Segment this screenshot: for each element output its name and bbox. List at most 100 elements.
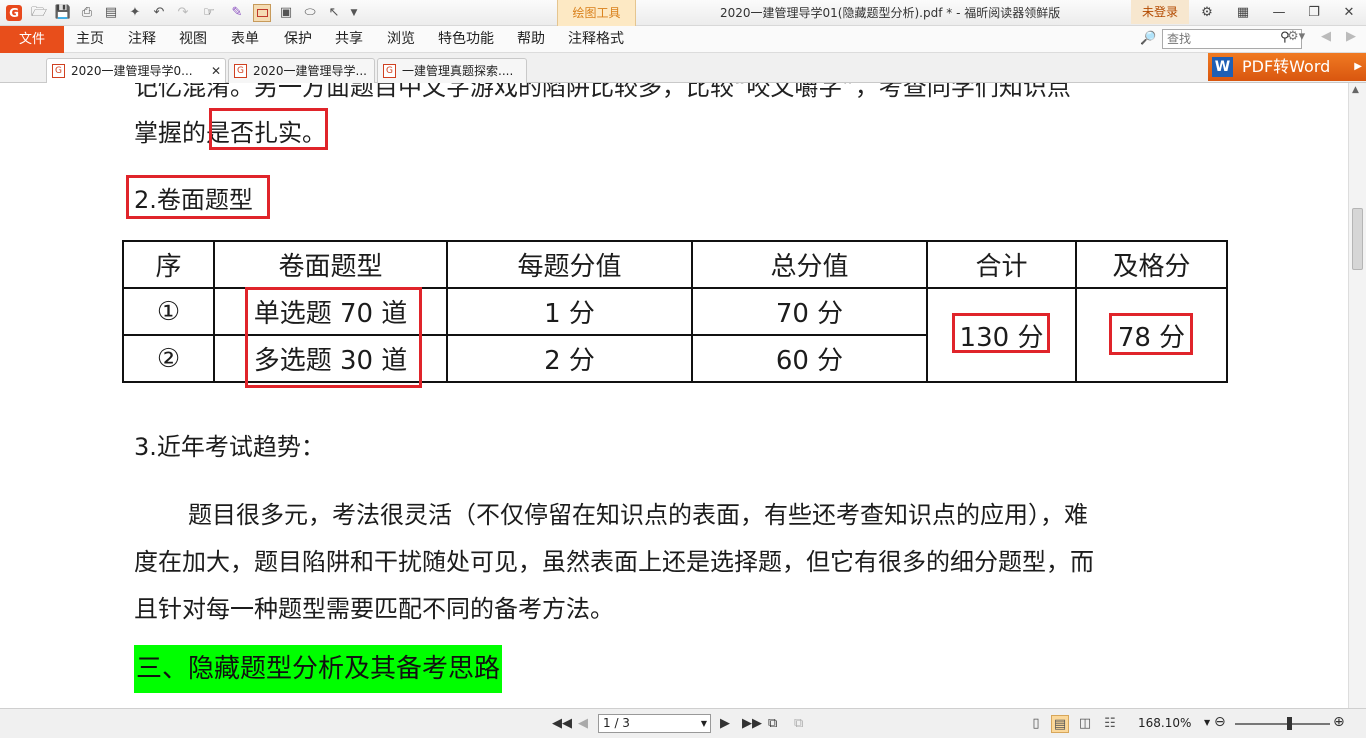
- single-page-view-icon[interactable]: ▯: [1027, 715, 1045, 733]
- menu-home[interactable]: 主页: [76, 26, 104, 53]
- table-header: 及格分: [1075, 240, 1228, 289]
- chevron-right-icon: ▶: [1354, 61, 1362, 72]
- paragraph-line: 题目很多元，考法很灵活（不仅停留在知识点的表面，有些还考查知识点的应用），难: [188, 501, 1088, 529]
- table-cell: ②: [122, 334, 215, 383]
- minimize-icon[interactable]: —: [1268, 3, 1290, 23]
- window-title: 2020一建管理导学01(隐藏题型分析).pdf * - 福昕阅读器领鲜版: [720, 6, 1061, 20]
- scroll-up-icon[interactable]: ▲: [1352, 85, 1359, 95]
- pdf-to-word-button[interactable]: W PDF转Word ▶: [1208, 53, 1366, 81]
- zoom-in-icon[interactable]: ⊕: [1333, 714, 1345, 730]
- select-arrow-icon[interactable]: ↖: [325, 4, 343, 22]
- grid-layout-icon[interactable]: ▦: [1232, 3, 1254, 23]
- annotation-rectangle[interactable]: [245, 287, 422, 388]
- rectangle-tool-icon[interactable]: [253, 4, 271, 22]
- pdf-to-word-label: PDF转Word: [1242, 57, 1331, 76]
- continuous-view-icon[interactable]: ▤: [1051, 715, 1069, 733]
- app-logo-icon[interactable]: G: [6, 5, 22, 21]
- document-tab-1[interactable]: G 2020一建管理导学0... ✕: [46, 58, 226, 83]
- pdf-file-icon: G: [234, 64, 247, 78]
- scroll-thumb[interactable]: [1352, 208, 1363, 270]
- menu-annotation-format[interactable]: 注释格式: [568, 26, 624, 53]
- annotation-rectangle[interactable]: [209, 108, 328, 150]
- annotation-rectangle[interactable]: [952, 313, 1050, 353]
- pencil-icon[interactable]: ✎: [228, 4, 246, 22]
- document-tab-bar: G 2020一建管理导学0... ✕ G 2020一建管理导学... G 一建管…: [0, 53, 1366, 83]
- document-viewport[interactable]: 记忆混淆。另一方面题目中文字游戏的陷阱比较多，比较“咬文嚼字”，考查同学们知识点…: [0, 83, 1348, 708]
- first-page-icon[interactable]: ◀◀: [552, 716, 572, 731]
- document-tab-label: 2020一建管理导学...: [253, 64, 367, 78]
- document-tab-2[interactable]: G 2020一建管理导学...: [228, 58, 375, 83]
- back-arrow-icon[interactable]: ◀: [1321, 29, 1331, 44]
- print-icon[interactable]: ⎙: [78, 4, 96, 22]
- menu-protect[interactable]: 保护: [284, 26, 312, 53]
- title-bar: G 🗁 💾 ⎙ ▤ ✦ ↶ ↷ ☞ ✎ ▣ ⬭ ↖ ▼ 绘图工具 2020一建管…: [0, 0, 1366, 26]
- ellipse-icon[interactable]: ⬭: [301, 4, 319, 22]
- status-bar: ◀◀ ◀ 1 / 3 ▼ ▶ ▶▶ ⧉ ⧉ ▯ ▤ ◫ ☷ 168.10% ▼ …: [0, 708, 1366, 738]
- zoom-slider-handle[interactable]: [1287, 717, 1292, 730]
- last-page-icon[interactable]: ▶▶: [742, 716, 762, 731]
- drawing-tools-context-tab[interactable]: 绘图工具: [557, 0, 636, 26]
- document-tab-3[interactable]: G 一建管理真题探索....: [377, 58, 527, 83]
- partial-paragraph-line: 记忆混淆。另一方面题目中文字游戏的陷阱比较多，比较“咬文嚼字”，考查同学们知识点: [134, 83, 1071, 101]
- menu-comment[interactable]: 注释: [128, 26, 156, 53]
- zoom-slider[interactable]: [1235, 723, 1330, 725]
- section-heading: 3.近年考试趋势：: [134, 433, 325, 461]
- chevron-down-icon: ▼: [700, 719, 707, 728]
- new-document-icon[interactable]: ✦: [126, 4, 144, 22]
- table-header-row: 序 卷面题型 每题分值 总分值 合计 及格分: [122, 240, 1228, 289]
- menu-bar: 文件 主页 注释 视图 表单 保护 共享 浏览 特色功能 帮助 注释格式 🔎 ⚲…: [0, 26, 1366, 53]
- redo-icon[interactable]: ↷: [174, 4, 192, 22]
- annotation-rectangle[interactable]: [1109, 313, 1193, 355]
- restore-icon[interactable]: ❐: [1303, 3, 1325, 23]
- file-menu-button[interactable]: 文件: [0, 26, 64, 53]
- close-icon[interactable]: ✕: [1338, 3, 1360, 23]
- forward-arrow-icon[interactable]: ▶: [1346, 29, 1356, 44]
- table-header: 序: [122, 240, 215, 289]
- vertical-scrollbar[interactable]: ▲: [1348, 83, 1366, 708]
- table-cell: 2 分: [446, 334, 693, 383]
- table-cell: 60 分: [691, 334, 928, 383]
- previous-page-icon[interactable]: ◀: [578, 716, 588, 731]
- menu-form[interactable]: 表单: [231, 26, 259, 53]
- pdf-file-icon: G: [383, 64, 396, 78]
- undo-icon[interactable]: ↶: [150, 4, 168, 22]
- table-header: 合计: [926, 240, 1077, 289]
- textbox-icon[interactable]: ▣: [277, 4, 295, 22]
- paragraph-line: 度在加大，题目陷阱和干扰随处可见，虽然表面上还是选择题，但它有很多的细分题型，而: [134, 548, 1094, 576]
- menu-share[interactable]: 共享: [335, 26, 363, 53]
- next-view-icon[interactable]: ⧉: [794, 716, 803, 731]
- settings-gear-icon[interactable]: ⚙▾: [1287, 29, 1305, 44]
- zoom-out-icon[interactable]: ⊖: [1214, 714, 1226, 730]
- document-tab-label: 2020一建管理导学0...: [71, 64, 193, 78]
- document-tab-label: 一建管理真题探索....: [402, 64, 514, 78]
- table-header: 卷面题型: [213, 240, 448, 289]
- page-number-value: 1 / 3: [603, 716, 630, 730]
- skin-icon[interactable]: ⚙: [1196, 3, 1218, 23]
- pdf-file-icon: G: [52, 64, 65, 78]
- login-button[interactable]: 未登录: [1131, 0, 1189, 24]
- save-icon[interactable]: 💾: [54, 4, 72, 22]
- menu-view[interactable]: 视图: [179, 26, 207, 53]
- zoom-level[interactable]: 168.10%: [1138, 716, 1191, 730]
- page-number-select[interactable]: 1 / 3 ▼: [598, 714, 711, 733]
- open-folder-icon[interactable]: 🗁: [30, 4, 48, 22]
- next-page-icon[interactable]: ▶: [720, 716, 730, 731]
- table-cell: 1 分: [446, 287, 693, 336]
- menu-help[interactable]: 帮助: [517, 26, 545, 53]
- menu-browse[interactable]: 浏览: [387, 26, 415, 53]
- properties-icon[interactable]: ▤: [102, 4, 120, 22]
- hand-tool-icon[interactable]: ☞: [200, 4, 218, 22]
- facing-view-icon[interactable]: ◫: [1076, 715, 1094, 733]
- table-header: 总分值: [691, 240, 928, 289]
- continuous-facing-view-icon[interactable]: ☷: [1101, 715, 1119, 733]
- annotation-rectangle[interactable]: [126, 175, 270, 219]
- previous-view-icon[interactable]: ⧉: [768, 716, 777, 731]
- paragraph-line: 且针对每一种题型需要匹配不同的备考方法。: [134, 595, 614, 623]
- zoom-dropdown-icon[interactable]: ▼: [1204, 718, 1210, 727]
- menu-features[interactable]: 特色功能: [438, 26, 494, 53]
- tab-close-icon[interactable]: ✕: [211, 59, 221, 83]
- table-header: 每题分值: [446, 240, 693, 289]
- table-cell: 70 分: [691, 287, 928, 336]
- customize-dropdown-icon[interactable]: ▼: [345, 4, 363, 22]
- find-tool-icon[interactable]: 🔎: [1140, 31, 1158, 49]
